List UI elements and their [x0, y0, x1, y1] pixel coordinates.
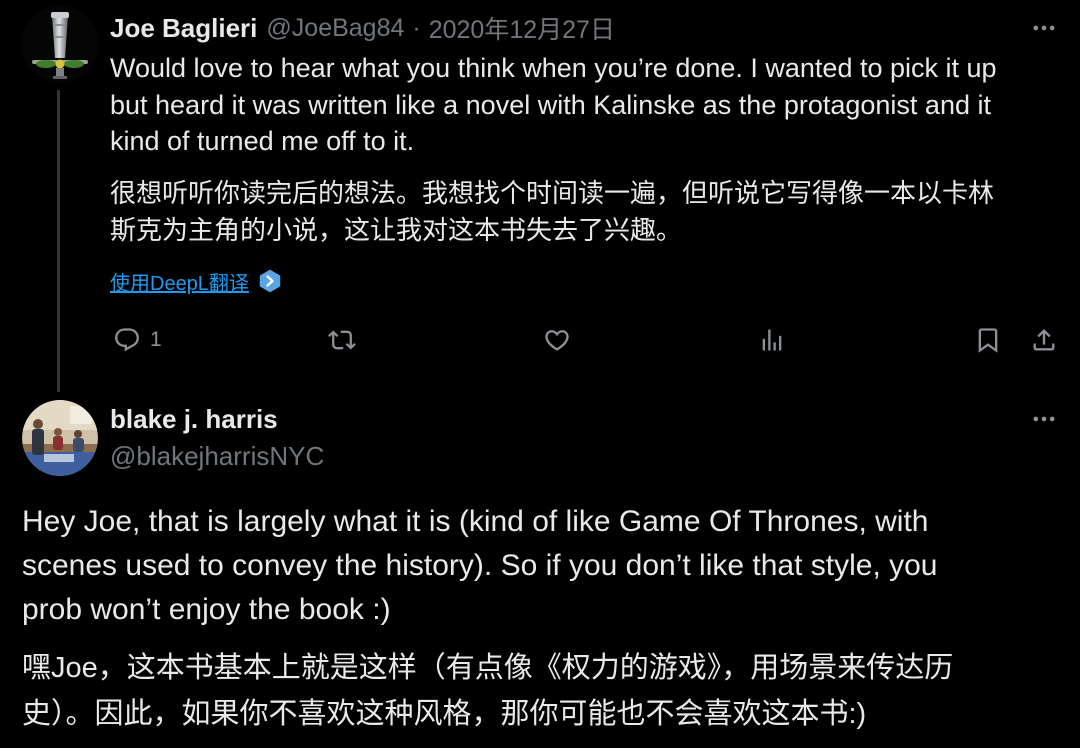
tweet-text: Would love to hear what you think when y…: [110, 50, 1060, 249]
tweet[interactable]: Joe Baglieri @JoeBag84 · 2020年12月27日 Wou…: [0, 0, 1080, 392]
tweet-date[interactable]: 2020年12月27日: [429, 10, 615, 46]
translation-line: 斯克为主角的小说，这让我对这本书失去了兴趣。: [110, 214, 683, 245]
avatar[interactable]: [22, 6, 98, 82]
text-line: but heard it was written like a novel wi…: [110, 89, 991, 120]
translation-line: 嘿Joe，这本书基本上就是这样（有点像《权力的游戏》，用场景来传达历: [22, 652, 954, 684]
translated-text: 很想听听你读完后的想法。我想找个时间读一遍，但听说它写得像一本以卡林 斯克为主角…: [110, 175, 1060, 249]
separator-dot: ·: [412, 13, 421, 42]
tweet-header: Joe Baglieri @JoeBag84 · 2020年12月27日: [110, 11, 615, 45]
original-text: Would love to hear what you think when y…: [110, 50, 1060, 160]
author-handle[interactable]: @blakejharrisNYC: [110, 441, 324, 472]
more-options-button[interactable]: [1030, 405, 1058, 433]
original-text: Hey Joe, that is largely what it is (kin…: [22, 500, 1062, 632]
tweet-header: blake j. harris: [110, 402, 278, 436]
deepl-icon[interactable]: [258, 269, 282, 293]
translate-link[interactable]: 使用DeepL翻译: [110, 267, 249, 296]
text-line: Hey Joe, that is largely what it is (kin…: [22, 505, 929, 538]
views-icon: [762, 329, 782, 351]
translation-line: 很想听听你读完后的想法。我想找个时间读一遍，但听说它写得像一本以卡林: [110, 177, 995, 208]
share-button[interactable]: [1030, 326, 1058, 354]
tweet-text: Hey Joe, that is largely what it is (kin…: [22, 500, 1062, 737]
retweet-button[interactable]: [328, 326, 356, 354]
more-icon: [1033, 416, 1055, 422]
like-button[interactable]: [543, 326, 571, 354]
translate-row: 使用DeepL翻译: [110, 266, 282, 296]
bookmark-icon: [978, 328, 998, 353]
photo-avatar-image: [22, 400, 98, 476]
tweet-handle-row: @blakejharrisNYC: [110, 439, 324, 473]
views-button[interactable]: [758, 326, 786, 354]
reply-icon: [115, 328, 139, 352]
translation-line: 史）。因此，如果你不喜欢这种风格，那你可能也不会喜欢这本书:): [22, 698, 867, 730]
text-line: prob won’t enjoy the book :): [22, 593, 391, 626]
bookmark-button[interactable]: [974, 326, 1002, 354]
reply-button[interactable]: 1: [113, 326, 162, 354]
text-line: kind of turned me off to it.: [110, 126, 415, 156]
author-handle[interactable]: @JoeBag84: [266, 14, 404, 43]
text-line: Would love to hear what you think when y…: [110, 53, 997, 83]
retweet-icon: [328, 330, 356, 350]
thread-line: [57, 90, 60, 392]
author-name[interactable]: Joe Baglieri: [110, 13, 257, 44]
reply-count: 1: [150, 328, 162, 351]
more-icon: [1033, 25, 1055, 31]
more-options-button[interactable]: [1030, 14, 1058, 42]
author-name[interactable]: blake j. harris: [110, 404, 278, 435]
avatar[interactable]: [22, 400, 98, 476]
trophy-avatar-image: [22, 6, 98, 82]
share-icon: [1033, 329, 1055, 351]
text-line: scenes used to convey the history). So i…: [22, 549, 938, 582]
heart-icon: [545, 330, 569, 351]
tweet[interactable]: blake j. harris @blakejharrisNYC Hey Joe…: [0, 392, 1080, 748]
translated-text: 嘿Joe，这本书基本上就是这样（有点像《权力的游戏》，用场景来传达历 史）。因此…: [22, 645, 1062, 737]
